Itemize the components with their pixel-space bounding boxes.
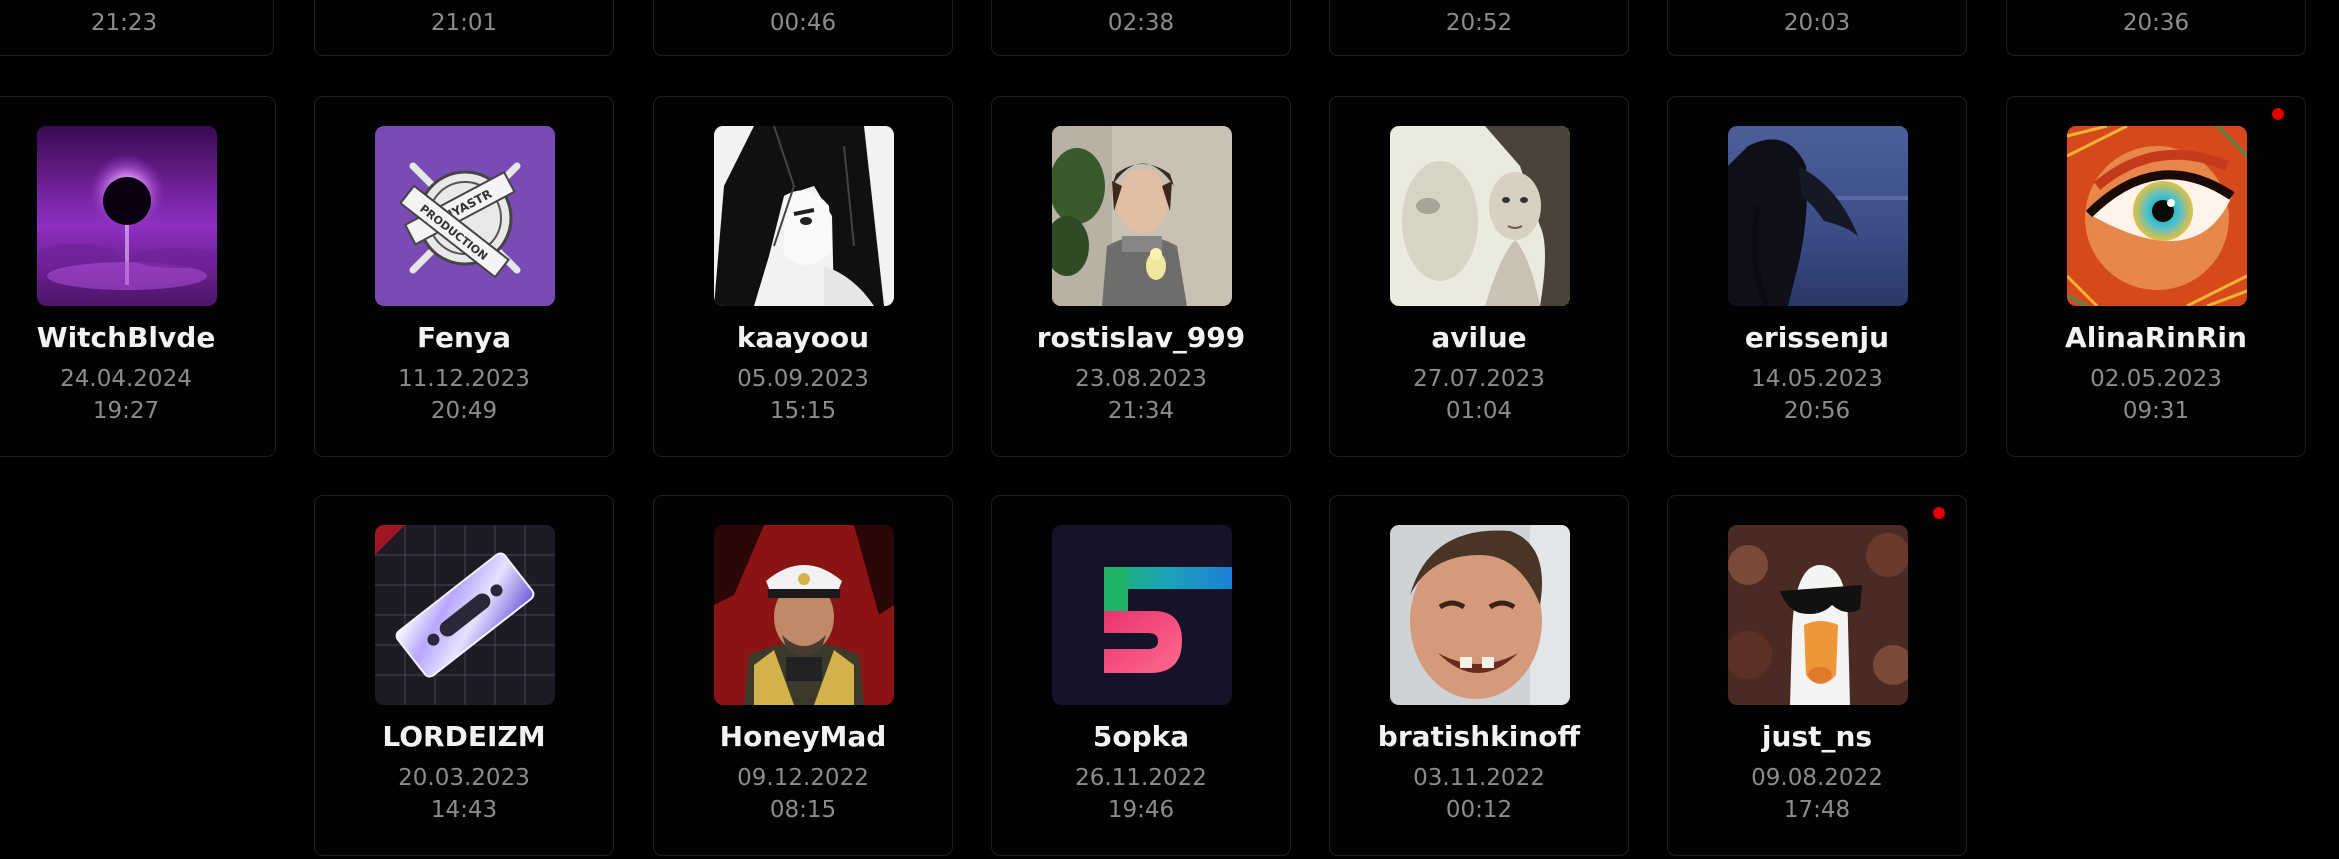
- card-time: 02:38: [1107, 10, 1175, 36]
- user-date: 26.11.2022: [1075, 765, 1207, 791]
- user-card-kaayoou[interactable]: kaayoou 05.09.2023 15:15: [653, 96, 953, 457]
- user-time: 20:56: [1783, 398, 1851, 424]
- user-card-lordeizm[interactable]: LORDEIZM 20.03.2023 14:43: [314, 495, 614, 856]
- card-time: 00:46: [769, 10, 837, 36]
- user-name: LORDEIZM: [382, 720, 546, 753]
- user-name: rostislav_999: [1036, 321, 1246, 354]
- user-card-bratishkinoff[interactable]: bratishkinoff 03.11.2022 00:12: [1329, 495, 1629, 856]
- user-date: 23.08.2023: [1075, 366, 1207, 392]
- eye-art-avatar-image: [2067, 126, 2247, 306]
- user-card[interactable]: 00:46: [653, 0, 953, 56]
- user-card-just-ns[interactable]: just_ns 09.08.2022 17:48: [1667, 495, 1967, 856]
- user-card-rostislav-999[interactable]: rostislav_999 23.08.2023 21:34: [991, 96, 1291, 457]
- user-card[interactable]: 20:36: [2006, 0, 2306, 56]
- user-date: 14.05.2023: [1751, 366, 1883, 392]
- girl-blue-sea-avatar-image: [1728, 126, 1908, 306]
- five-logo-avatar-image: [1052, 525, 1232, 705]
- user-name: HoneyMad: [719, 720, 887, 753]
- user-date: 11.12.2023: [398, 366, 530, 392]
- avatar[interactable]: FENYASTR PRODUCTION: [375, 126, 555, 306]
- user-card-honeymad[interactable]: HoneyMad 09.12.2022 08:15: [653, 495, 953, 856]
- notification-dot-icon: [2272, 108, 2284, 120]
- user-time: 20:49: [430, 398, 498, 424]
- user-time: 00:12: [1445, 797, 1513, 823]
- avatar[interactable]: [1052, 525, 1232, 705]
- user-time: 15:15: [769, 398, 837, 424]
- user-date: 20.03.2023: [398, 765, 530, 791]
- card-time: 21:01: [430, 10, 498, 36]
- avatar[interactable]: [2067, 126, 2247, 306]
- user-card[interactable]: 20:52: [1329, 0, 1629, 56]
- card-time: 20:52: [1445, 10, 1513, 36]
- user-card-fenya[interactable]: FENYASTR PRODUCTION Fenya 11.12.2023 20:…: [314, 96, 614, 457]
- card-time: 20:36: [2122, 10, 2190, 36]
- eclipse-avatar-image: [37, 126, 217, 306]
- user-name: 5opka: [1092, 720, 1190, 753]
- user-card[interactable]: 20:03: [1667, 0, 1967, 56]
- card-time: 21:23: [90, 10, 158, 36]
- user-name: bratishkinoff: [1377, 720, 1581, 753]
- user-name: just_ns: [1761, 720, 1873, 753]
- user-date: 03.11.2022: [1413, 765, 1545, 791]
- user-name: WitchBlvde: [36, 321, 216, 354]
- friends-grid: 21:23 21:01 00:46 02:38 20:52 20:03 20:3…: [0, 0, 2339, 859]
- user-time: 21:34: [1107, 398, 1175, 424]
- user-date: 09.08.2022: [1751, 765, 1883, 791]
- user-time: 09:31: [2122, 398, 2190, 424]
- user-time: 19:46: [1107, 797, 1175, 823]
- avatar[interactable]: [714, 126, 894, 306]
- user-name: AlinaRinRin: [2065, 321, 2247, 354]
- user-card-witchblvde[interactable]: WitchBlvde 24.04.2024 19:27: [0, 96, 276, 457]
- user-time: 08:15: [769, 797, 837, 823]
- user-time: 17:48: [1783, 797, 1851, 823]
- razor-blade-avatar-image: [375, 525, 555, 705]
- user-card[interactable]: 21:23: [0, 0, 274, 56]
- user-time: 14:43: [430, 797, 498, 823]
- avatar[interactable]: [1728, 525, 1908, 705]
- boy-with-bird-avatar-image: [1052, 126, 1232, 306]
- user-name: kaayoou: [736, 321, 870, 354]
- user-date: 09.12.2022: [737, 765, 869, 791]
- user-time: 19:27: [92, 398, 160, 424]
- user-card-erissenju[interactable]: erissenju 14.05.2023 20:56: [1667, 96, 1967, 457]
- user-date: 27.07.2023: [1413, 366, 1545, 392]
- user-time: 01:04: [1445, 398, 1513, 424]
- user-date: 24.04.2024: [60, 366, 192, 392]
- goose-sunglasses-avatar-image: [1728, 525, 1908, 705]
- avatar[interactable]: [1390, 525, 1570, 705]
- user-card-alinarinrin[interactable]: AlinaRinRin 02.05.2023 09:31: [2006, 96, 2306, 457]
- anime-girl-avatar-image: [714, 126, 894, 306]
- user-card[interactable]: 21:01: [314, 0, 614, 56]
- notification-dot-icon: [1933, 507, 1945, 519]
- user-card-avilue[interactable]: avilue 27.07.2023 01:04: [1329, 96, 1629, 457]
- user-card[interactable]: 02:38: [991, 0, 1291, 56]
- user-name: avilue: [1431, 321, 1527, 354]
- two-faces-avatar-image: [1390, 126, 1570, 306]
- user-date: 05.09.2023: [737, 366, 869, 392]
- avatar[interactable]: [1052, 126, 1232, 306]
- card-time: 20:03: [1783, 10, 1851, 36]
- smiling-man-avatar-image: [1390, 525, 1570, 705]
- user-name: erissenju: [1744, 321, 1890, 354]
- user-name: Fenya: [416, 321, 512, 354]
- user-card-5opka[interactable]: 5opka 26.11.2022 19:46: [991, 495, 1291, 856]
- fenyastr-logo-avatar-image: FENYASTR PRODUCTION: [375, 126, 555, 306]
- avatar[interactable]: [1728, 126, 1908, 306]
- avatar[interactable]: [375, 525, 555, 705]
- sea-captain-avatar-image: [714, 525, 894, 705]
- avatar[interactable]: [37, 126, 217, 306]
- avatar[interactable]: [714, 525, 894, 705]
- avatar[interactable]: [1390, 126, 1570, 306]
- user-date: 02.05.2023: [2090, 366, 2222, 392]
